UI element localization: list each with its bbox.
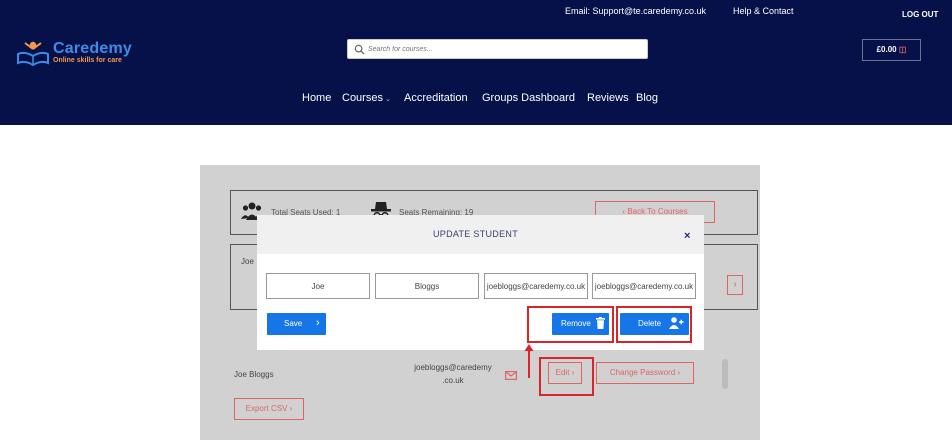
confirm-email-field[interactable] [592, 273, 696, 299]
chevron-right-icon: › [289, 404, 293, 413]
email-field[interactable] [484, 273, 588, 299]
first-name-field[interactable] [266, 273, 370, 299]
brand-tagline: Online skills for care [53, 57, 122, 64]
save-button[interactable]: Save › [267, 313, 326, 335]
mail-icon[interactable] [505, 371, 517, 380]
export-csv-button[interactable]: Export CSV › [234, 398, 304, 420]
chevron-right-icon: › [316, 317, 320, 329]
last-name-field[interactable] [375, 273, 479, 299]
search-bar[interactable] [347, 39, 648, 59]
export-csv-label: Export CSV [245, 404, 288, 413]
student-email: joebloggs@caredemy .co.uk [403, 361, 503, 387]
logo-book-icon [17, 41, 49, 66]
brand-name: Caredemy [53, 40, 132, 57]
delete-highlight-box [616, 306, 692, 343]
student-first-name: Joe [241, 257, 254, 266]
chevron-down-icon: ⌄ [384, 96, 391, 103]
logout-link[interactable]: LOG OUT [902, 10, 938, 19]
nav-courses[interactable]: Courses ⌄ [342, 92, 391, 104]
edit-highlight-box [539, 357, 594, 396]
red-arrow-annotation [524, 344, 534, 378]
nav-courses-label: Courses [342, 92, 383, 104]
nav-blog[interactable]: Blog [636, 92, 658, 104]
search-icon [354, 44, 365, 55]
support-email-link[interactable]: Email: Support@te.caredemy.co.uk [565, 6, 706, 16]
change-password-button[interactable]: Change Password › [596, 362, 694, 384]
close-icon[interactable]: × [684, 230, 690, 242]
site-header: Email: Support@te.caredemy.co.uk Help & … [0, 0, 952, 125]
cart-total: £0.00 [876, 45, 897, 54]
save-label: Save [284, 319, 303, 328]
student-email-line2: .co.uk [442, 376, 464, 385]
row-action-button[interactable]: › [727, 275, 743, 295]
basket-icon: ◫ [898, 45, 907, 54]
remove-highlight-box [527, 306, 614, 343]
cart-button[interactable]: £0.00 ◫ [862, 39, 921, 61]
search-input[interactable] [368, 42, 638, 56]
nav-reviews[interactable]: Reviews [587, 92, 629, 104]
chevron-right-icon: › [677, 368, 681, 377]
modal-title: UPDATE STUDENT [432, 229, 519, 239]
caredemy-logo[interactable]: Caredemy Online skills for care [15, 40, 145, 68]
student-name: Joe Bloggs [234, 370, 274, 379]
help-contact-link[interactable]: Help & Contact [733, 6, 794, 16]
scrollbar[interactable] [722, 359, 728, 389]
nav-home[interactable]: Home [302, 92, 331, 104]
modal-header: UPDATE STUDENT × [257, 215, 704, 254]
chevron-right-icon: › [733, 279, 737, 290]
nav-accreditation[interactable]: Accreditation [404, 92, 468, 104]
student-email-line1: joebloggs@caredemy [414, 363, 492, 372]
change-password-label: Change Password [609, 368, 676, 377]
nav-groups-dashboard[interactable]: Groups Dashboard [482, 92, 575, 104]
